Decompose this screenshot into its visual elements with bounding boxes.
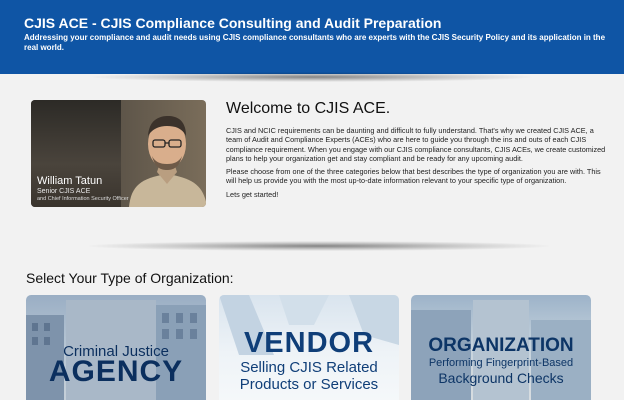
organization-category-card[interactable]: ORGANIZATION Performing Fingerprint-Base… [411,295,591,400]
welcome-heading: Welcome to CJIS ACE. [226,100,391,117]
profile-role-detail: and Chief Information Security Officer [37,196,129,202]
profile-photo-card: William Tatun Senior CJIS ACE and Chief … [31,100,206,207]
profile-caption: William Tatun Senior CJIS ACE and Chief … [37,175,129,202]
welcome-body: CJIS and NCIC requirements can be daunti… [226,126,611,203]
welcome-paragraph: CJIS and NCIC requirements can be daunti… [226,126,606,163]
site-header: CJIS ACE - CJIS Compliance Consulting an… [0,0,624,74]
organization-card-line1: ORGANIZATION [428,335,574,356]
organization-card-line3: Background Checks [438,370,564,386]
section-heading: Select Your Type of Organization: [26,270,234,286]
vendor-card-line2: Selling CJIS Related [240,359,378,376]
agency-category-card[interactable]: Criminal Justice AGENCY [26,295,206,400]
person-portrait [129,116,206,207]
organization-card-line2: Performing Fingerprint-Based [428,357,574,369]
vendor-card-line1: VENDOR [243,327,375,359]
site-subtitle: Addressing your compliance and audit nee… [24,33,606,52]
site-title[interactable]: CJIS ACE - CJIS Compliance Consulting an… [24,15,441,31]
vendor-category-card[interactable]: VENDOR Selling CJIS Related Products or … [219,295,399,400]
profile-role: Senior CJIS ACE [37,188,91,195]
agency-card-line2: AGENCY [48,355,184,388]
profile-name: William Tatun [37,175,103,187]
divider-shadow-middle [88,241,550,251]
welcome-paragraph: Lets get started! [226,189,279,199]
divider-shadow-top [92,72,532,82]
welcome-paragraph: Please choose from one of the three cate… [226,167,601,186]
vendor-card-line3: Products or Services [239,376,379,393]
